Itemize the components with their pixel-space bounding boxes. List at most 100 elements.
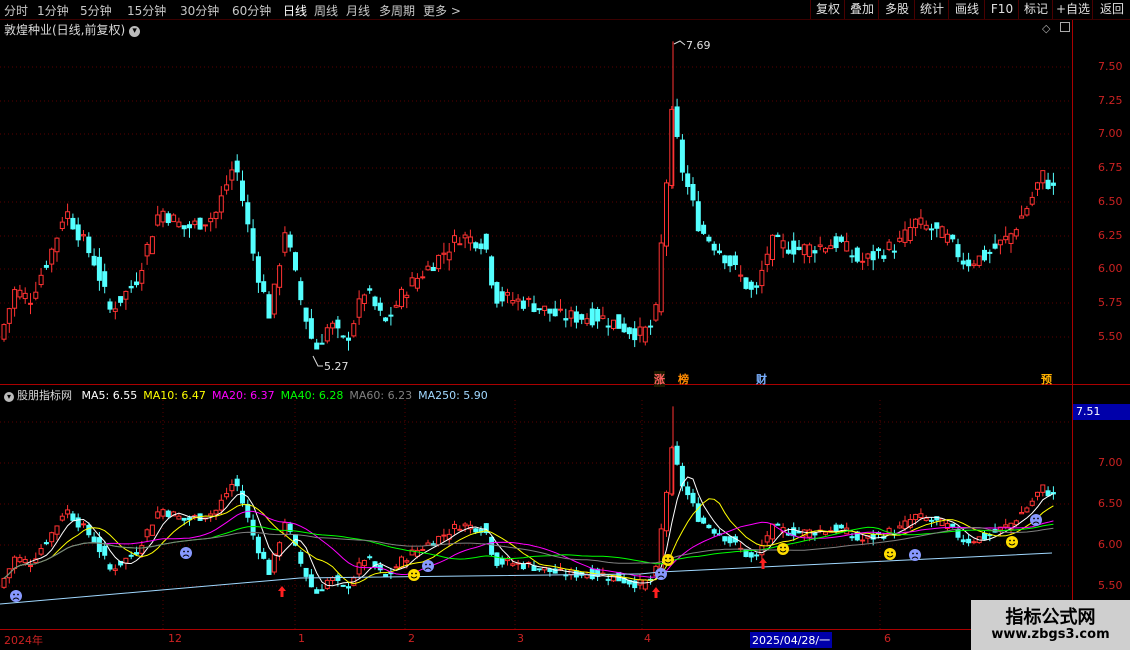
candle-indicator [160, 509, 166, 517]
ma-legend-item: MA10: 6.47 [143, 389, 206, 402]
candle-main [934, 222, 940, 229]
candle-main [722, 255, 728, 264]
sad-face-icon-eye [1037, 517, 1039, 520]
candle-main [876, 248, 881, 252]
candle-indicator [81, 523, 86, 526]
candle-main [324, 327, 330, 342]
candle-indicator [75, 517, 81, 528]
candle-main [849, 255, 855, 258]
candle-main [462, 234, 468, 239]
candle-indicator [473, 528, 479, 533]
candle-indicator [340, 584, 346, 587]
limit-up-badge[interactable]: 涨 [654, 371, 665, 387]
candle-indicator [923, 517, 929, 521]
candle-indicator [1029, 500, 1035, 506]
candle-main [139, 270, 145, 284]
candle-main [992, 243, 998, 249]
smile-face-icon-eye [1013, 539, 1015, 542]
candle-main [706, 236, 712, 242]
candle-indicator [584, 574, 590, 579]
selected-date-label: 2025/04/28/一 [750, 632, 833, 648]
ranking-badge[interactable]: 榜 [678, 371, 689, 387]
candle-main [208, 217, 214, 223]
candle-main [605, 325, 611, 328]
candle-main [717, 250, 722, 254]
candle-main [340, 335, 346, 338]
candle-indicator [346, 586, 351, 589]
candle-main [563, 318, 569, 321]
candle-indicator [261, 551, 267, 559]
date-axis: 2024年 12 1 2 3 4 2025/04/28/一 6 [0, 630, 1130, 650]
candle-main [75, 224, 81, 241]
candle-indicator [605, 578, 611, 581]
candle-main [176, 221, 182, 228]
candle-main [1045, 179, 1051, 189]
candle-indicator [420, 548, 426, 551]
candle-indicator [849, 536, 855, 539]
candle-main [759, 269, 765, 287]
candle-main [467, 236, 473, 244]
candle-main [600, 315, 606, 319]
chevron-down-icon[interactable]: ▾ [129, 26, 141, 37]
smile-face-icon-eye [665, 557, 667, 560]
candle-main [22, 292, 28, 300]
chevron-down-icon[interactable]: ▾ [4, 392, 14, 402]
candle-indicator [425, 542, 431, 546]
candle-main [361, 294, 367, 304]
candle-indicator [664, 491, 669, 532]
candle-main [255, 256, 261, 283]
candle-main [494, 282, 500, 304]
diamond-icon[interactable]: ◇ [1042, 22, 1050, 35]
candle-main [54, 237, 60, 253]
sad-face-icon [655, 568, 667, 580]
candle-main [128, 285, 134, 289]
smile-face-icon-eye [411, 572, 413, 575]
candle-indicator [791, 527, 797, 537]
candle-indicator [860, 539, 866, 542]
candle-main [298, 281, 304, 301]
candle-indicator [224, 493, 230, 498]
candle-indicator [149, 524, 155, 536]
candle-indicator [706, 524, 712, 529]
smile-face-icon-eye [1009, 539, 1011, 542]
candle-indicator [12, 556, 18, 570]
candle-main [844, 241, 850, 252]
candle-indicator [65, 509, 71, 515]
kline-chart[interactable] [0, 0, 1130, 650]
candle-indicator [96, 537, 102, 553]
candle-indicator [658, 528, 664, 572]
candle-main [611, 319, 616, 329]
candle-indicator [22, 559, 28, 564]
forecast-badge[interactable]: 预 [1041, 371, 1052, 387]
candle-indicator [43, 542, 49, 545]
price-tick-label: 6.50 [1098, 195, 1123, 208]
candle-main [976, 255, 982, 266]
candle-main [12, 289, 18, 309]
candle-indicator [531, 565, 537, 571]
candle-indicator [86, 524, 92, 536]
candle-main [648, 325, 654, 328]
candle-main [430, 266, 436, 272]
candle-indicator [452, 523, 457, 529]
high-marker [673, 40, 686, 46]
finance-badge[interactable]: 财 [756, 371, 767, 387]
candle-indicator [971, 541, 977, 544]
ma-legend-item: MA60: 6.23 [349, 389, 413, 402]
candle-main [695, 201, 701, 232]
candle-main [192, 220, 198, 226]
candle-indicator [499, 558, 505, 565]
candle-main [923, 224, 929, 230]
candle-main [240, 180, 245, 201]
window-toggle-icon[interactable] [1060, 22, 1070, 32]
indicator-tick-label: 7.00 [1098, 456, 1123, 469]
candle-main [213, 211, 219, 220]
sad-face-icon-eye [916, 552, 918, 555]
ma250-line [0, 552, 1053, 605]
watermark-title: 指标公式网 [1005, 607, 1096, 628]
candle-main [764, 253, 770, 266]
high-price-label: 7.69 [686, 39, 711, 52]
candle-main [785, 249, 791, 254]
current-price-tag: 7.51 [1073, 404, 1130, 420]
watermark: 指标公式网 www.zbgs3.com [971, 600, 1130, 650]
candle-main [6, 308, 12, 324]
